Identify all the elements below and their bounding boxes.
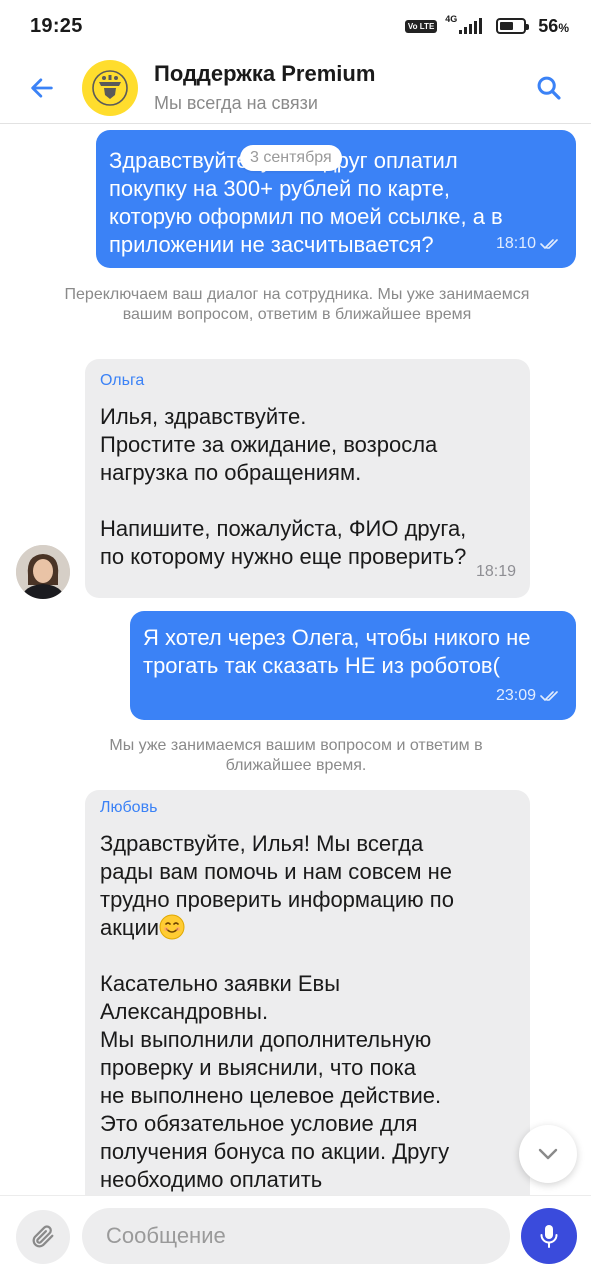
arrow-left-icon [31, 77, 53, 98]
battery-level [500, 22, 513, 30]
chat-header: Поддержка Premium Мы всегда на связи [0, 52, 591, 124]
message-text: Здравствуйте, Илья! Мы всегда рады вам п… [100, 831, 454, 940]
status-indicators: Vo LTE 4G 56% [404, 14, 569, 37]
scroll-down-button[interactable] [519, 1125, 577, 1183]
sender-name: Ольга [100, 372, 145, 389]
signal-icon [459, 18, 483, 34]
paperclip-icon [32, 1225, 54, 1248]
battery-icon [496, 18, 530, 34]
message-list[interactable]: Здравствуйте, у мой друг оплатил покупку… [0, 125, 591, 1195]
microphone-icon [540, 1225, 558, 1248]
message-time: 23:09 [495, 687, 536, 704]
date-separator: 3 сентября [240, 145, 342, 171]
chevron-down-icon [538, 1148, 558, 1160]
agent-photo [16, 545, 70, 599]
message-text: Я хотел через Олега, чтобы никого не тро… [143, 625, 531, 678]
system-message: Переключаем ваш диалог на сотрудника. Мы… [64, 286, 530, 323]
message-incoming[interactable]: Любовь Здравствуйте, Илья! Мы всегда рад… [85, 790, 530, 1195]
search-button[interactable] [527, 66, 571, 110]
battery-percent: 56% [538, 15, 569, 36]
chat-screen: 19:25 Vo LTE 4G 56% Поддержка Premium Мы… [0, 0, 591, 1280]
microphone-button[interactable] [521, 1208, 577, 1264]
bank-logo-icon [92, 69, 128, 106]
smiling-face-emoji [159, 914, 185, 940]
double-check-icon [540, 239, 558, 249]
system-message: Мы уже занимаемся вашим вопросом и ответ… [109, 737, 483, 774]
status-time: 19:25 [30, 14, 83, 37]
search-icon [537, 76, 561, 100]
volte-icon: Vo LTE [404, 19, 438, 33]
header-text[interactable]: Поддержка Premium Мы всегда на связи [154, 61, 375, 114]
double-check-icon [540, 691, 558, 701]
message-meta: 23:09 [496, 682, 560, 710]
sender-name: Любовь [100, 799, 158, 816]
message-text: Касательно заявки Евы Александровны. Мы … [100, 971, 450, 1192]
message-outgoing[interactable]: Я хотел через Олега, чтобы никого не тро… [130, 611, 576, 720]
message-text: Илья, здравствуйте. Простите за ожидание… [100, 404, 467, 569]
back-button[interactable] [0, 52, 84, 124]
message-time: 18:19 [475, 563, 516, 580]
status-bar: 19:25 Vo LTE 4G 56% [0, 0, 591, 52]
message-input[interactable] [82, 1208, 510, 1264]
chat-subtitle: Мы всегда на связи [154, 93, 318, 113]
message-time: 18:10 [495, 235, 536, 252]
agent-avatar[interactable] [16, 545, 70, 599]
composer [0, 1195, 591, 1280]
message-meta: 18:10 [496, 230, 560, 258]
support-avatar[interactable] [82, 59, 138, 116]
chat-title: Поддержка Premium [154, 61, 376, 86]
network-type: 4G [445, 14, 458, 24]
attach-button[interactable] [16, 1210, 70, 1264]
message-incoming[interactable]: Ольга Илья, здравствуйте. Простите за ож… [85, 359, 530, 598]
